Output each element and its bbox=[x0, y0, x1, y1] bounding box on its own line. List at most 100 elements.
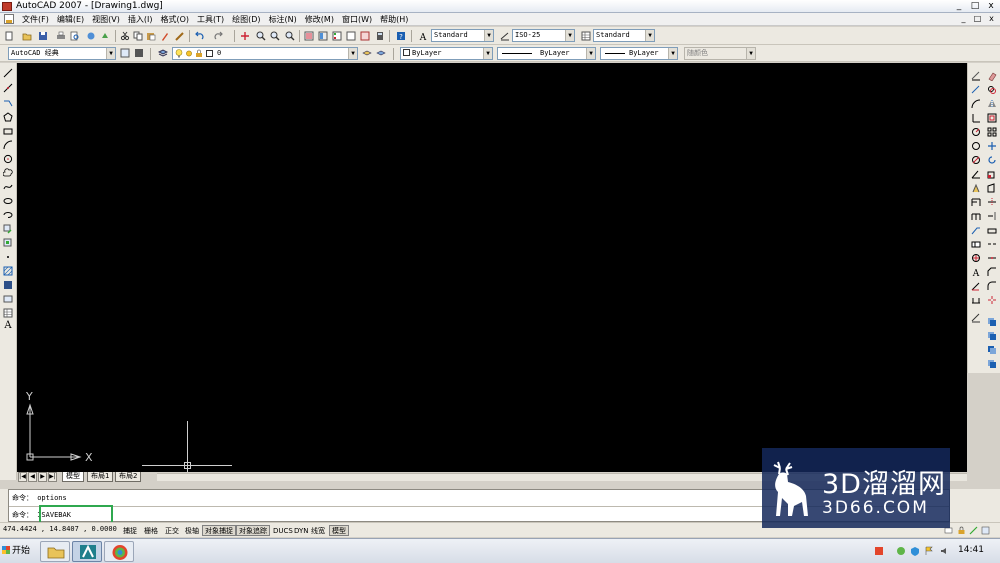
chevron-down-icon[interactable]: ▼ bbox=[565, 30, 574, 41]
chevron-down-icon[interactable]: ▼ bbox=[645, 30, 654, 41]
workspace-select[interactable]: AutoCAD 经典 ▼ bbox=[8, 47, 116, 60]
network-icon[interactable] bbox=[896, 546, 906, 556]
layer-lock-icon[interactable] bbox=[195, 49, 203, 58]
new-file-icon[interactable] bbox=[4, 31, 14, 41]
chamfer-icon[interactable] bbox=[987, 267, 997, 277]
region-icon[interactable] bbox=[3, 294, 13, 304]
fillet-icon[interactable] bbox=[987, 281, 997, 291]
layer-on-bulb-icon[interactable] bbox=[175, 49, 183, 58]
lineweight-toggle[interactable]: 线宽 bbox=[308, 525, 328, 536]
layer-select[interactable]: 0 ▼ bbox=[172, 47, 358, 60]
coordinate-readout[interactable]: 474.4424 , 14.8407 , 0.0000 bbox=[3, 525, 117, 533]
zoom-realtime-icon[interactable] bbox=[256, 31, 266, 41]
ortho-toggle[interactable]: 正交 bbox=[162, 525, 182, 536]
table-style-select[interactable]: Standard ▼ bbox=[593, 29, 655, 42]
draw-order-icon[interactable] bbox=[987, 317, 997, 327]
send-to-back-icon[interactable] bbox=[987, 345, 997, 355]
maximize-button[interactable]: □ bbox=[968, 0, 982, 12]
quickcalc-icon[interactable] bbox=[375, 31, 385, 41]
tool-palettes-icon[interactable] bbox=[332, 31, 342, 41]
multiline-text-icon[interactable]: A bbox=[3, 319, 13, 329]
security-shield-icon[interactable] bbox=[910, 546, 920, 556]
menu-modify[interactable]: 修改(M) bbox=[301, 13, 338, 26]
volume-icon[interactable] bbox=[940, 546, 950, 556]
menu-window[interactable]: 窗口(W) bbox=[338, 13, 376, 26]
next-tab-button[interactable]: ▶ bbox=[38, 472, 47, 482]
menu-dimension[interactable]: 标注(N) bbox=[265, 13, 301, 26]
radius-dimension-icon[interactable] bbox=[971, 127, 981, 137]
extend-icon[interactable] bbox=[987, 211, 997, 221]
chevron-down-icon[interactable]: ▼ bbox=[586, 48, 595, 59]
tab-layout2[interactable]: 布局2 bbox=[115, 472, 142, 482]
markup-set-manager-icon[interactable] bbox=[360, 31, 370, 41]
lock-toolbars-icon[interactable] bbox=[957, 526, 966, 535]
chevron-down-icon[interactable]: ▼ bbox=[348, 48, 357, 59]
insert-block-icon[interactable] bbox=[3, 224, 13, 234]
scale-icon[interactable] bbox=[987, 169, 997, 179]
quick-dimension-icon[interactable] bbox=[971, 183, 981, 193]
copy-icon[interactable] bbox=[133, 31, 143, 41]
ellipse-icon[interactable] bbox=[3, 196, 13, 206]
polar-toggle[interactable]: 极轴 bbox=[182, 525, 202, 536]
erase-icon[interactable] bbox=[987, 71, 997, 81]
copy-object-icon[interactable] bbox=[987, 85, 997, 95]
join-icon[interactable] bbox=[987, 253, 997, 263]
first-tab-button[interactable]: |◀ bbox=[18, 472, 27, 482]
arc-icon[interactable] bbox=[3, 140, 13, 150]
color-control-select[interactable]: ByLayer ▼ bbox=[400, 47, 493, 60]
save-icon[interactable] bbox=[38, 31, 48, 41]
make-block-icon[interactable] bbox=[3, 238, 13, 248]
dimension-style-icon[interactable] bbox=[500, 31, 510, 41]
offset-icon[interactable] bbox=[987, 113, 997, 123]
menu-file[interactable]: 文件(F) bbox=[18, 13, 53, 26]
rotate-icon[interactable] bbox=[987, 155, 997, 165]
linetype-control-select[interactable]: ByLayer ▼ bbox=[497, 47, 596, 60]
center-mark-icon[interactable] bbox=[971, 253, 981, 263]
break-icon[interactable] bbox=[987, 239, 997, 249]
last-tab-button[interactable]: ▶| bbox=[48, 472, 57, 482]
menu-draw[interactable]: 绘图(D) bbox=[228, 13, 264, 26]
snap-toggle[interactable]: 捕捉 bbox=[120, 525, 140, 536]
3d-dwf-icon[interactable] bbox=[100, 31, 110, 41]
text-style-icon[interactable]: A bbox=[418, 31, 428, 41]
drawing-canvas[interactable]: Y X bbox=[17, 63, 967, 472]
taskbar-explorer-button[interactable] bbox=[40, 541, 70, 562]
break-at-point-icon[interactable] bbox=[987, 225, 997, 235]
properties-icon[interactable] bbox=[304, 31, 314, 41]
circle-icon[interactable] bbox=[3, 154, 13, 164]
undo-icon[interactable] bbox=[194, 31, 204, 41]
bring-to-front-icon[interactable] bbox=[987, 331, 997, 341]
taskbar-media-button[interactable] bbox=[104, 541, 134, 562]
menu-insert[interactable]: 插入(I) bbox=[124, 13, 157, 26]
previous-tab-button[interactable]: ◀ bbox=[28, 472, 37, 482]
doc-restore-button[interactable]: □ bbox=[972, 14, 983, 24]
doc-minimize-button[interactable]: _ bbox=[958, 14, 969, 24]
mirror-icon[interactable] bbox=[987, 99, 997, 109]
sheet-set-manager-icon[interactable] bbox=[346, 31, 356, 41]
dimension-style-manager-icon[interactable] bbox=[971, 313, 981, 323]
menu-format[interactable]: 格式(O) bbox=[156, 13, 193, 26]
layer-previous-icon[interactable] bbox=[376, 48, 386, 58]
menu-view[interactable]: 视图(V) bbox=[88, 13, 124, 26]
polyline-icon[interactable] bbox=[3, 98, 13, 108]
polygon-icon[interactable] bbox=[3, 112, 13, 122]
gradient-icon[interactable] bbox=[3, 280, 13, 290]
start-button[interactable]: 开始 bbox=[2, 542, 35, 561]
layer-thaw-sun-icon[interactable] bbox=[185, 49, 193, 58]
point-icon[interactable] bbox=[3, 252, 13, 262]
publish-icon[interactable] bbox=[86, 31, 96, 41]
zoom-window-icon[interactable] bbox=[270, 31, 280, 41]
menu-edit[interactable]: 编辑(E) bbox=[53, 13, 88, 26]
system-clock[interactable]: 14:41 bbox=[958, 545, 984, 555]
workspace-settings-icon[interactable] bbox=[120, 48, 130, 58]
trim-icon[interactable] bbox=[987, 197, 997, 207]
arc-length-icon[interactable] bbox=[971, 99, 981, 109]
zoom-previous-icon[interactable] bbox=[285, 31, 295, 41]
chevron-down-icon[interactable]: ▼ bbox=[484, 30, 493, 41]
table-icon[interactable] bbox=[3, 308, 13, 318]
tray-settings-icon[interactable] bbox=[981, 526, 990, 535]
jogged-dimension-icon[interactable] bbox=[971, 141, 981, 151]
otrack-toggle[interactable]: 对象追踪 bbox=[236, 525, 270, 536]
hatch-icon[interactable] bbox=[3, 266, 13, 276]
osnap-toggle[interactable]: 对象捕捉 bbox=[202, 525, 236, 536]
